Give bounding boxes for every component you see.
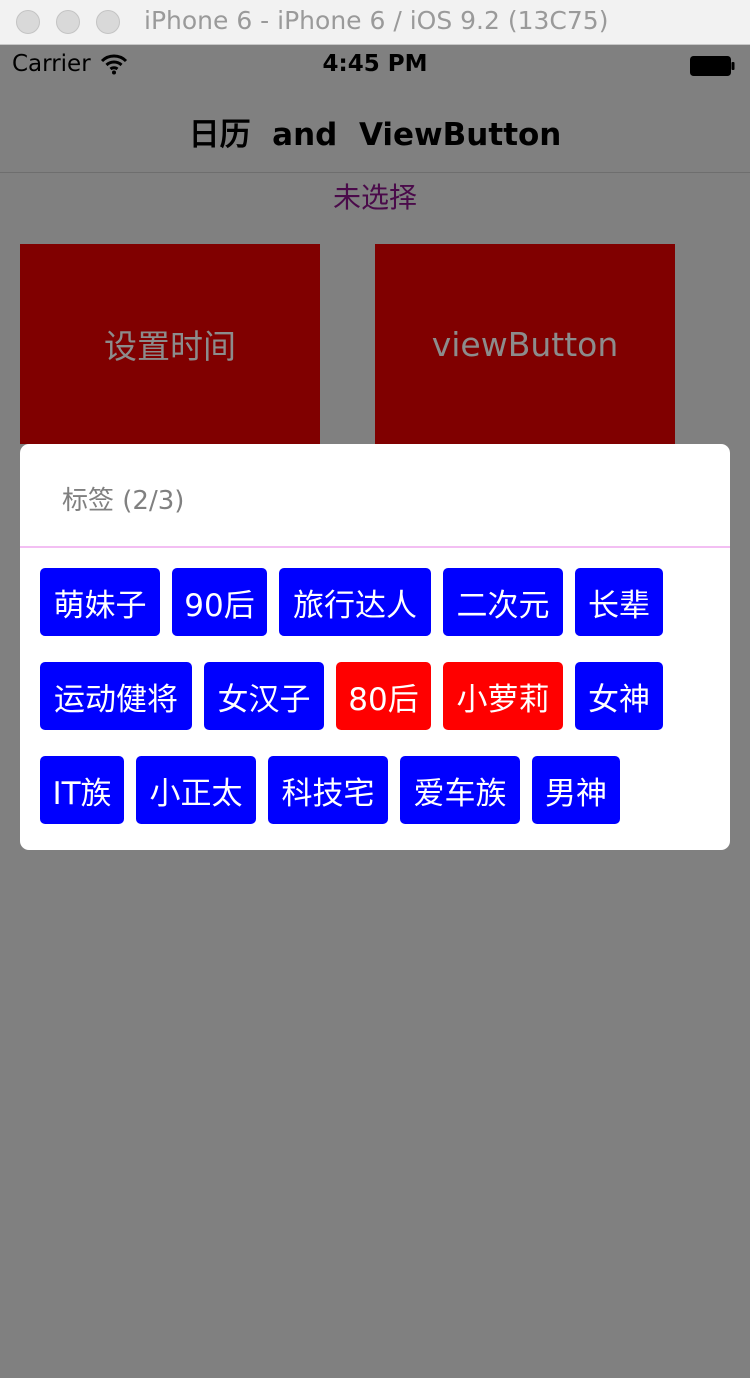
tag-button[interactable]: 男神: [532, 756, 620, 824]
zoom-window-button[interactable]: [96, 10, 120, 34]
tag-button[interactable]: 长辈: [575, 568, 663, 636]
tag-button[interactable]: 90后: [172, 568, 267, 636]
selection-status-label: 未选择: [332, 181, 417, 214]
tag-button[interactable]: 科技宅: [268, 756, 388, 824]
view-button[interactable]: viewButton: [375, 244, 675, 444]
dialog-header: 标签 (2/3): [62, 486, 185, 516]
set-time-button[interactable]: 设置时间: [20, 244, 320, 444]
tag-button[interactable]: 小萝莉: [443, 662, 563, 730]
minimize-window-button[interactable]: [56, 10, 80, 34]
tag-button[interactable]: 女汉子: [204, 662, 324, 730]
tag-button[interactable]: 萌妹子: [40, 568, 160, 636]
tag-button[interactable]: 旅行达人: [279, 568, 431, 636]
navigation-bar: 日历 and ViewButton: [0, 85, 750, 173]
status-bar: Carrier 4:45 PM: [0, 45, 750, 85]
status-time: 4:45 PM: [322, 51, 428, 77]
tag-button[interactable]: 女神: [575, 662, 663, 730]
tag-button[interactable]: 80后: [336, 662, 431, 730]
tag-selection-dialog: 标签 (2/3) 萌妹子 90后 旅行达人 二次元 长辈 运动健将 女汉子 80…: [20, 444, 730, 850]
window-title: iPhone 6 - iPhone 6 / iOS 9.2 (13C75): [144, 6, 609, 35]
tag-button[interactable]: 运动健将: [40, 662, 192, 730]
tag-button[interactable]: 爱车族: [400, 756, 520, 824]
tag-button[interactable]: 小正太: [136, 756, 256, 824]
tag-button[interactable]: 二次元: [443, 568, 563, 636]
simulator-titlebar: iPhone 6 - iPhone 6 / iOS 9.2 (13C75): [0, 0, 750, 45]
battery-icon: [690, 56, 735, 76]
dialog-divider: [20, 546, 730, 548]
close-window-button[interactable]: [16, 10, 40, 34]
tag-button[interactable]: IT族: [40, 756, 124, 824]
nav-title: 日历 and ViewButton: [188, 117, 562, 153]
